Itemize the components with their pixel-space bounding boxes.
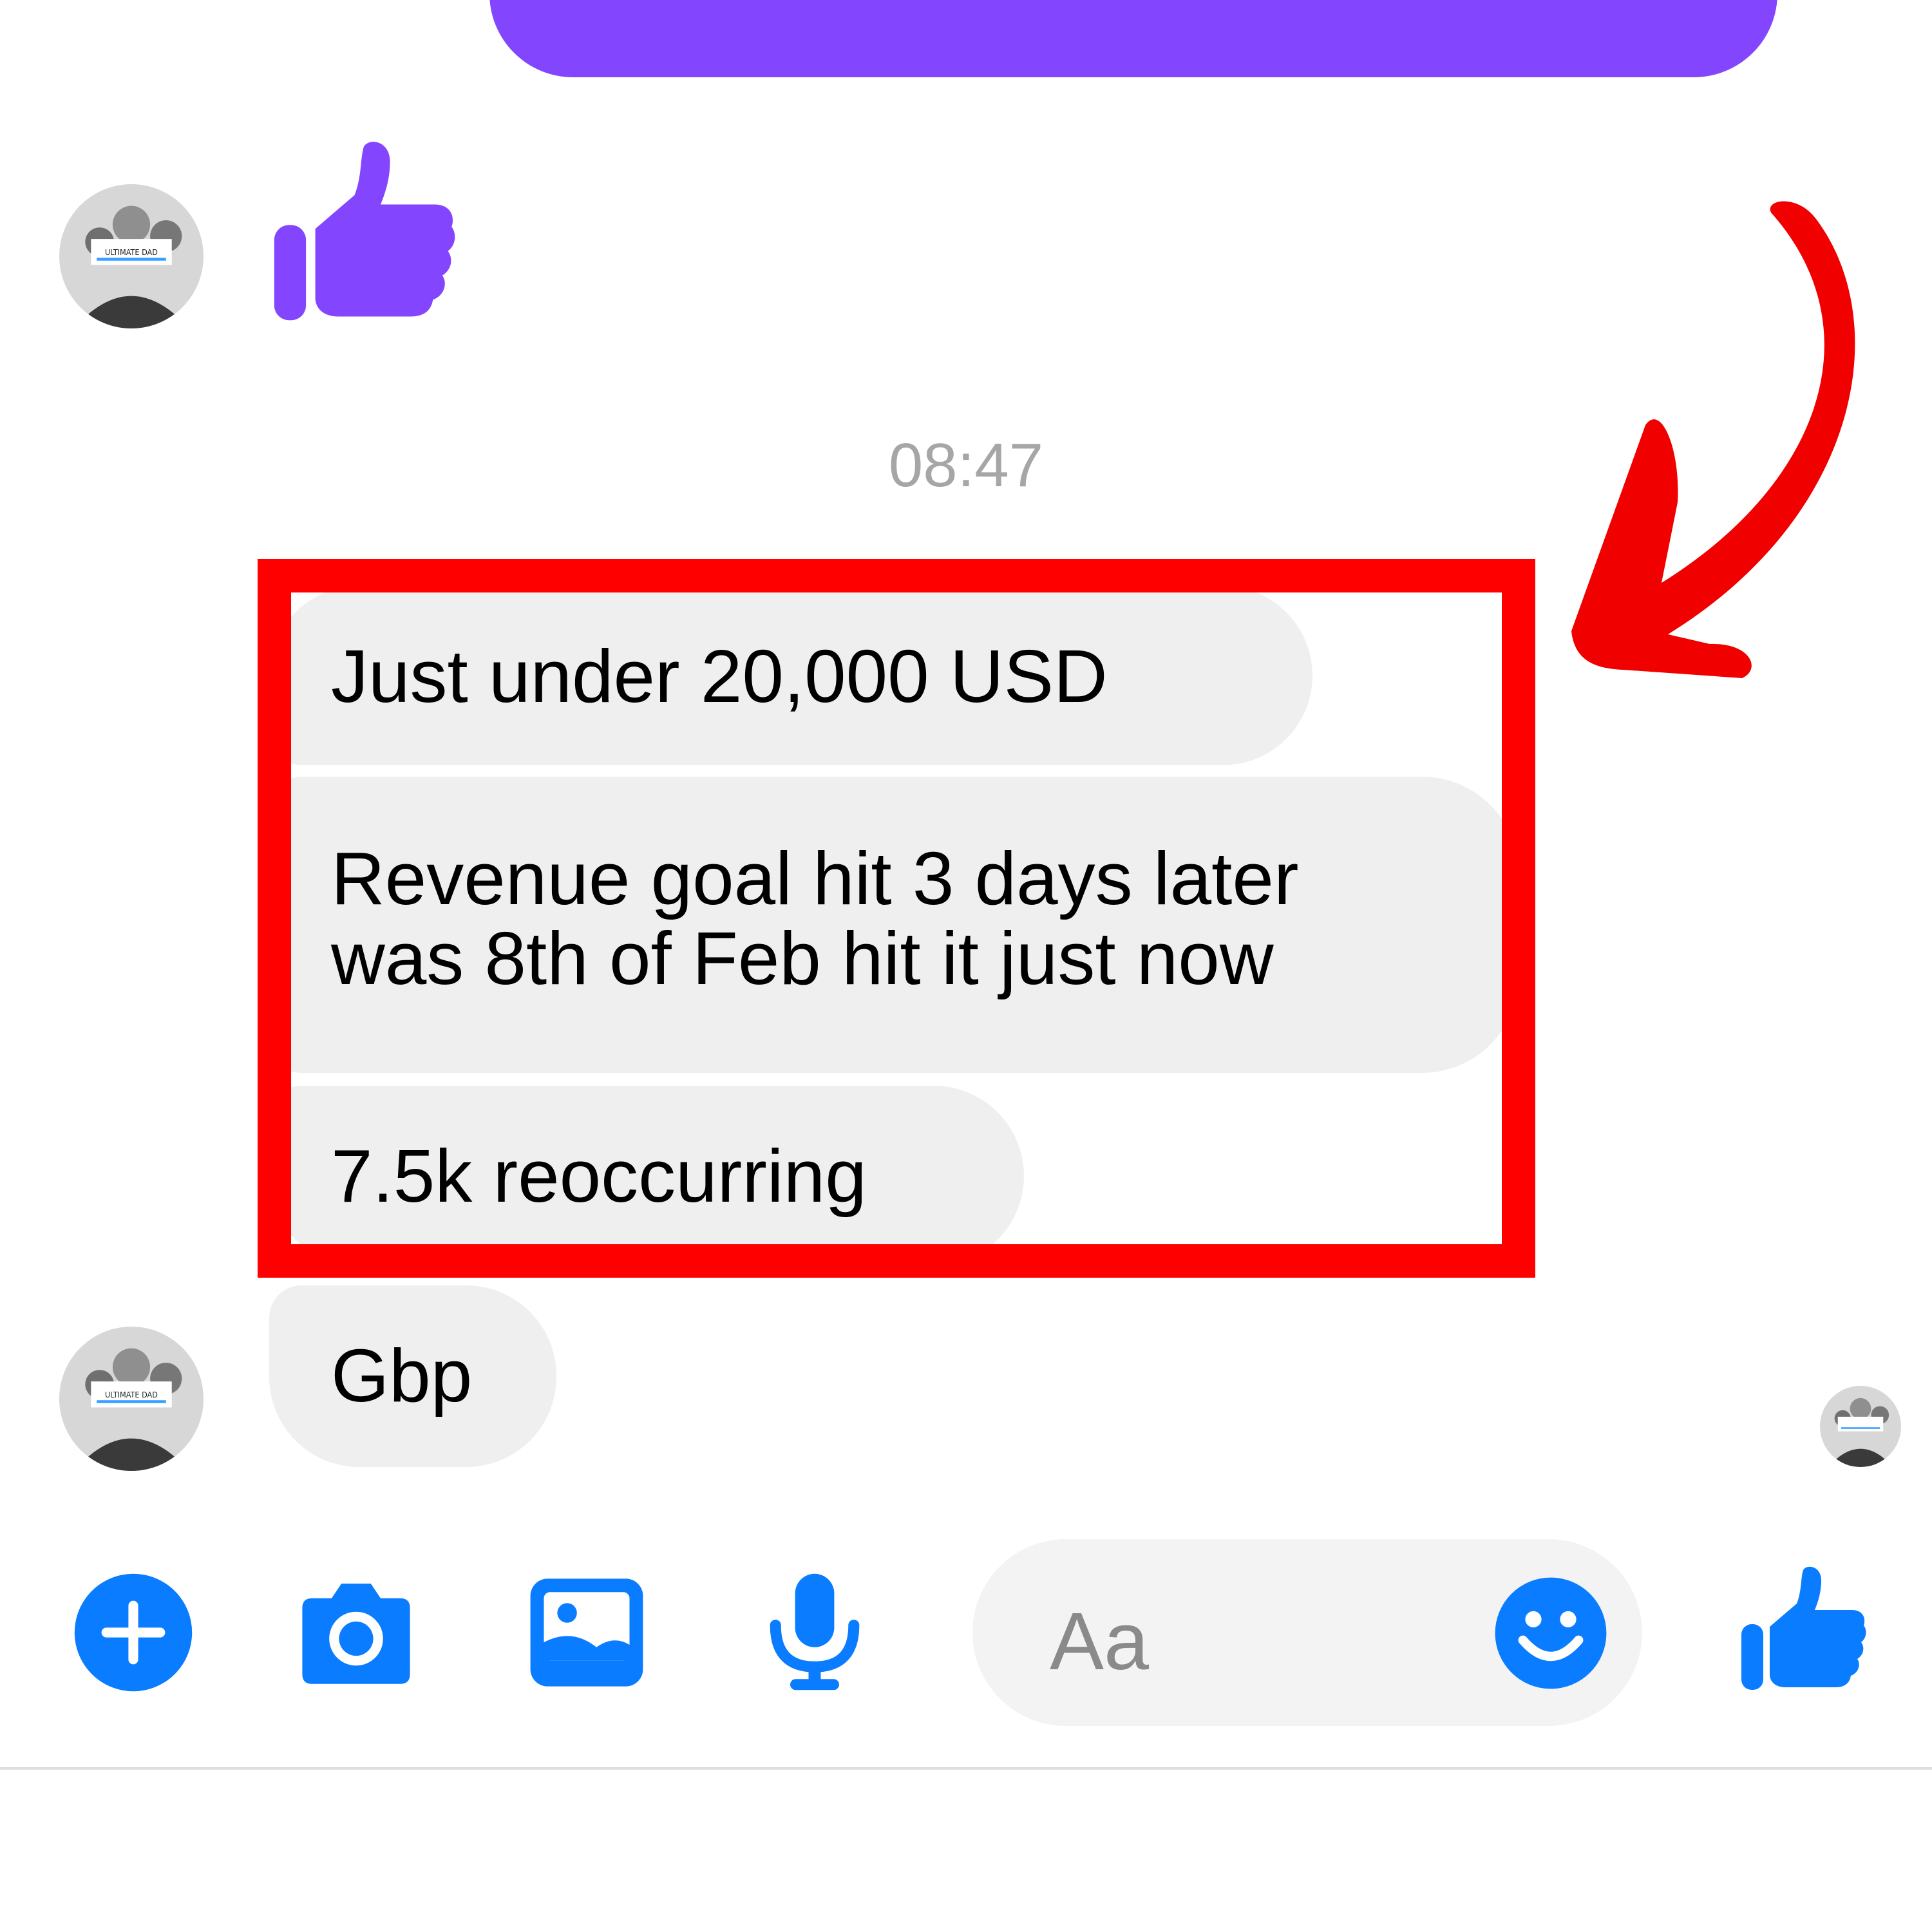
message-text: Gbp xyxy=(331,1334,473,1417)
emoji-icon[interactable] xyxy=(1493,1575,1609,1691)
microphone-icon[interactable] xyxy=(753,1571,876,1694)
thumbs-up-icon[interactable] xyxy=(1739,1565,1868,1694)
red-arrow-annotation xyxy=(1571,201,1855,678)
contact-avatar[interactable]: ULTIMATE DAD xyxy=(59,1327,204,1471)
avatar-caption: ULTIMATE DAD xyxy=(105,1390,158,1399)
gallery-icon[interactable] xyxy=(526,1571,648,1694)
seen-indicator-avatar xyxy=(1820,1386,1901,1467)
avatar-caption: ULTIMATE DAD xyxy=(105,247,158,257)
composer-divider xyxy=(0,1767,1932,1770)
contact-avatar[interactable]: ULTIMATE DAD xyxy=(59,184,204,328)
received-message[interactable]: Gbp xyxy=(269,1285,556,1467)
plus-icon[interactable] xyxy=(72,1571,194,1694)
sent-message-bubble[interactable] xyxy=(489,0,1777,77)
thumbs-up-icon[interactable] xyxy=(270,139,457,326)
message-input-placeholder: Aa xyxy=(1050,1596,1150,1687)
camera-icon[interactable] xyxy=(295,1571,417,1694)
highlight-box xyxy=(258,559,1535,1278)
